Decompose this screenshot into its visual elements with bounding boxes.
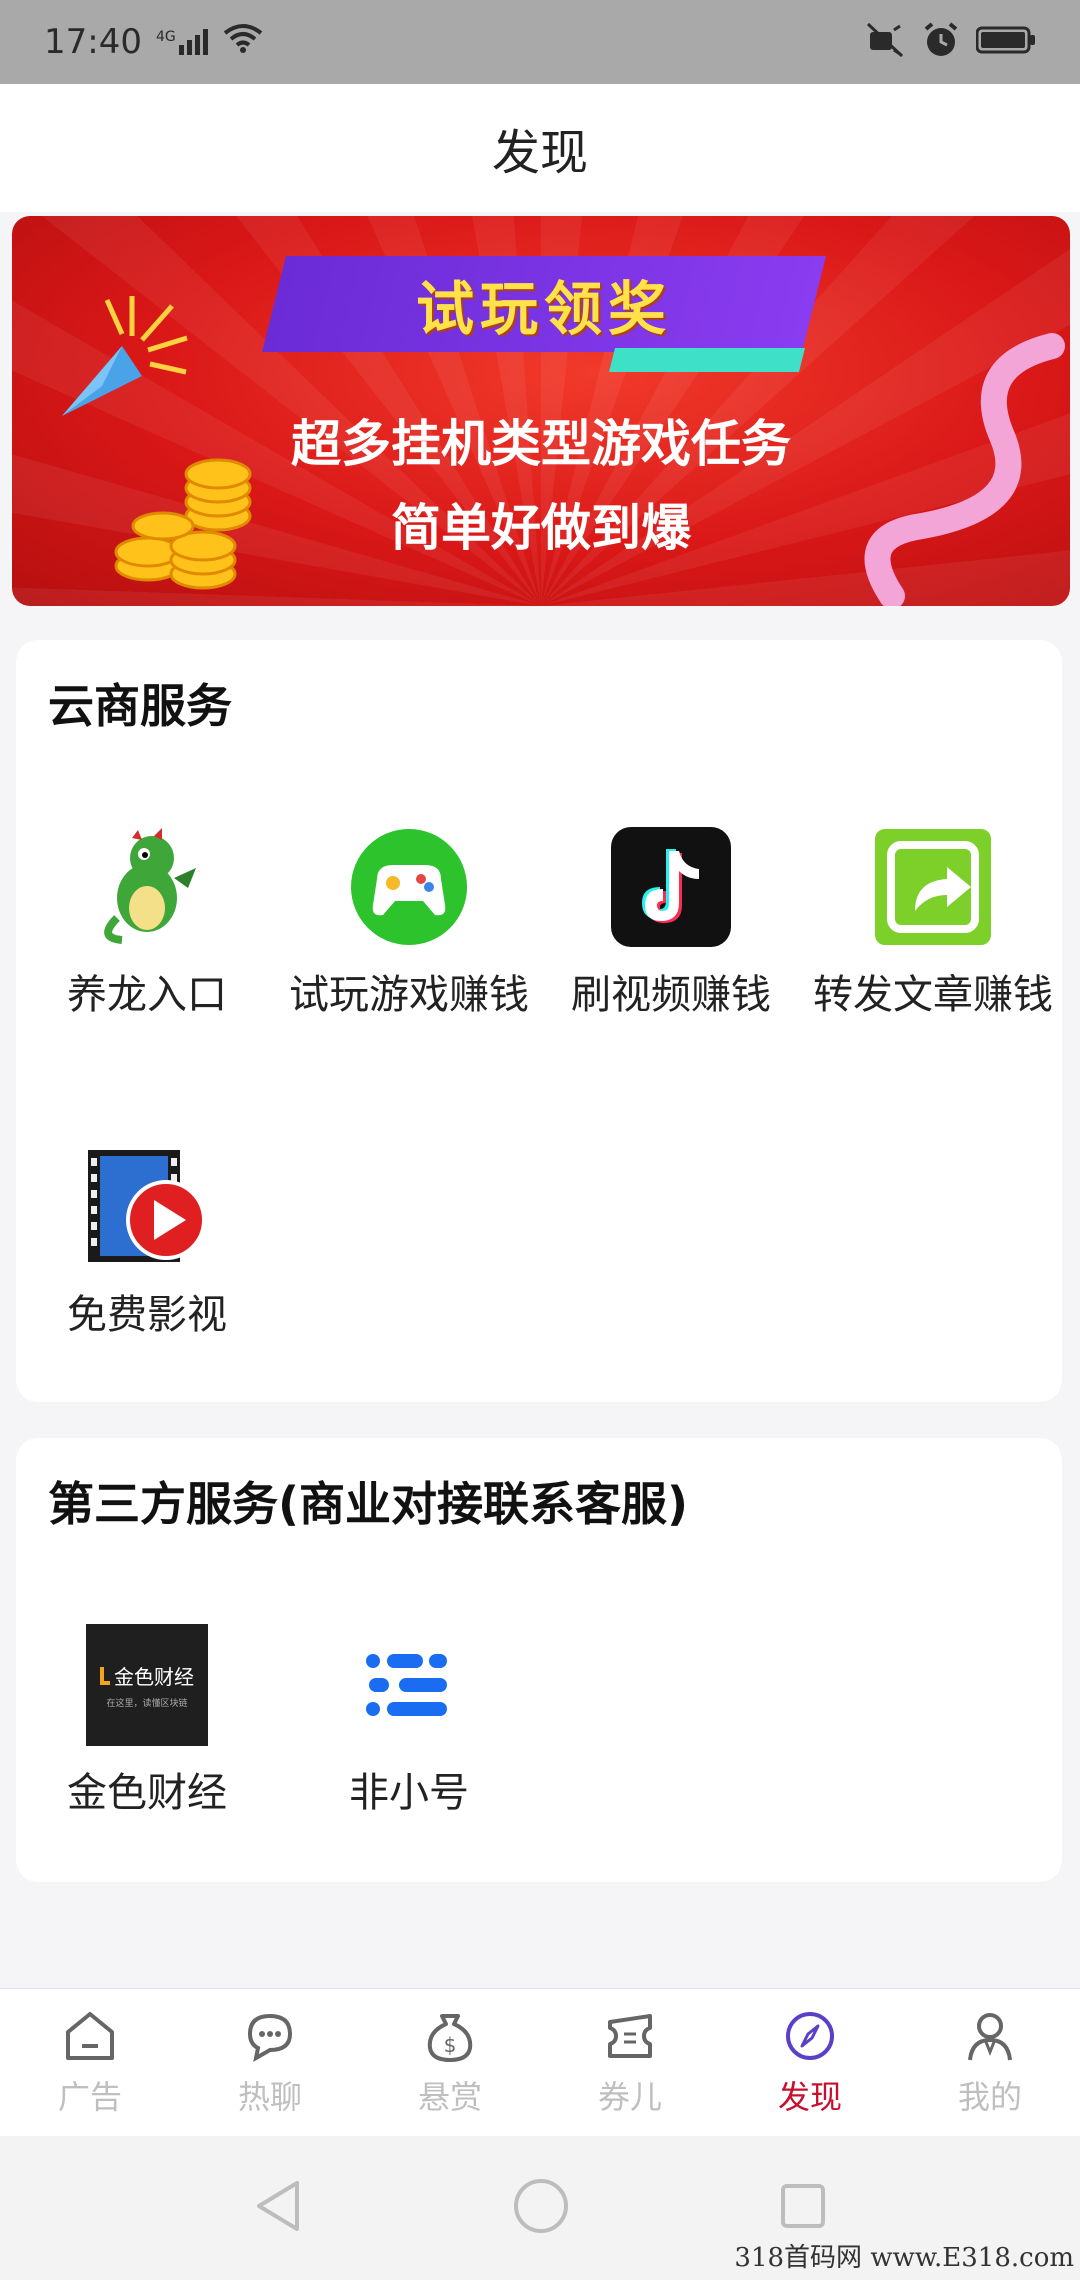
jinse-logo-icon: 金色财经 在这里，读懂区块链	[86, 1624, 208, 1746]
recents-icon[interactable]	[779, 2182, 827, 2234]
service-label: 转发文章赚钱	[813, 972, 1053, 1018]
service-item-dragon[interactable]: 养龙入口	[16, 826, 278, 1020]
status-time: 17:40	[44, 22, 142, 62]
bottom-tab-bar: 广告 热聊 $ 悬赏 券儿 发现 我的	[0, 1988, 1080, 2136]
tab-discover[interactable]: 发现	[720, 1989, 900, 2136]
tab-profile[interactable]: 我的	[900, 1989, 1080, 2136]
service-label: 试玩游戏赚钱	[289, 972, 529, 1018]
service-label: 养龙入口	[67, 972, 227, 1018]
status-bar: 17:40 4G	[0, 0, 1080, 84]
tiktok-icon	[610, 826, 732, 948]
service-item-free-movies[interactable]: 免费影视	[16, 1146, 278, 1340]
user-icon	[962, 2008, 1018, 2068]
section-title: 第三方服务(商业对接联系客服)	[48, 1477, 689, 1531]
page-header: 发现	[0, 84, 1080, 212]
alarm-icon	[922, 21, 960, 63]
service-label: 刷视频赚钱	[571, 972, 771, 1018]
service-label: 金色财经	[67, 1770, 227, 1816]
tab-chat[interactable]: 热聊	[180, 1989, 360, 2136]
tab-label: 券儿	[597, 2077, 662, 2116]
jinse-logo-subtext: 在这里，读懂区块链	[106, 1699, 188, 1709]
tab-bounty[interactable]: $ 悬赏	[360, 1989, 540, 2136]
service-item-game[interactable]: 试玩游戏赚钱	[278, 826, 540, 1020]
tab-label: 悬赏	[417, 2077, 482, 2116]
network-type: 4G	[155, 29, 176, 45]
banner-headline: 试玩领奖	[415, 275, 672, 343]
svg-text:$: $	[444, 2033, 457, 2057]
tab-label: 广告	[57, 2077, 122, 2116]
chat-icon	[242, 2008, 298, 2068]
tab-label: 热聊	[237, 2077, 302, 2116]
service-item-share-article[interactable]: 转发文章赚钱	[802, 826, 1064, 1020]
ribbon-streamer-icon	[772, 326, 1070, 606]
third-party-services-card: 第三方服务(商业对接联系客服) 金色财经 在这里，读懂区块链 金色财经 非小号	[16, 1438, 1062, 1882]
tab-ads[interactable]: 广告	[0, 1989, 180, 2136]
tab-label: 发现	[777, 2077, 842, 2116]
cloud-services-card: 云商服务 养龙入口 试玩游戏赚钱 刷视频赚钱 转发文章赚钱 免费影视	[16, 640, 1062, 1402]
service-item-feixiaohao[interactable]: 非小号	[278, 1624, 540, 1818]
page-title: 发现	[491, 125, 588, 181]
signal-icon: 4G	[156, 29, 209, 55]
wifi-icon	[223, 22, 263, 62]
section-title: 云商服务	[48, 679, 232, 733]
promo-banner[interactable]: 试玩领奖 超多挂机类型游戏任务 简单好做到爆	[12, 216, 1070, 606]
banner-headline-ribbon: 试玩领奖	[262, 256, 826, 352]
battery-icon	[975, 25, 1036, 59]
home-button-icon[interactable]	[513, 2178, 569, 2238]
service-item-jinse[interactable]: 金色财经 在这里，读懂区块链 金色财经	[16, 1624, 278, 1818]
jinse-logo-text: 金色财经	[114, 1665, 194, 1689]
home-icon	[62, 2008, 118, 2068]
money-bag-icon: $	[422, 2008, 478, 2068]
share-icon	[872, 826, 994, 948]
watermark: 318首码网 www.E318.com	[734, 2243, 1074, 2273]
tab-coupons[interactable]: 券儿	[540, 1989, 720, 2136]
mute-icon	[866, 22, 906, 62]
ticket-icon	[602, 2008, 658, 2068]
feixiaohao-icon	[348, 1624, 470, 1746]
gamepad-icon	[348, 826, 470, 948]
video-play-icon	[86, 1146, 208, 1268]
tab-label: 我的	[957, 2077, 1022, 2116]
service-label: 非小号	[349, 1770, 469, 1816]
service-item-short-video[interactable]: 刷视频赚钱	[540, 826, 802, 1020]
back-icon[interactable]	[253, 2179, 303, 2237]
compass-icon	[782, 2008, 838, 2068]
dragon-icon	[86, 826, 208, 948]
service-label: 免费影视	[67, 1292, 227, 1338]
